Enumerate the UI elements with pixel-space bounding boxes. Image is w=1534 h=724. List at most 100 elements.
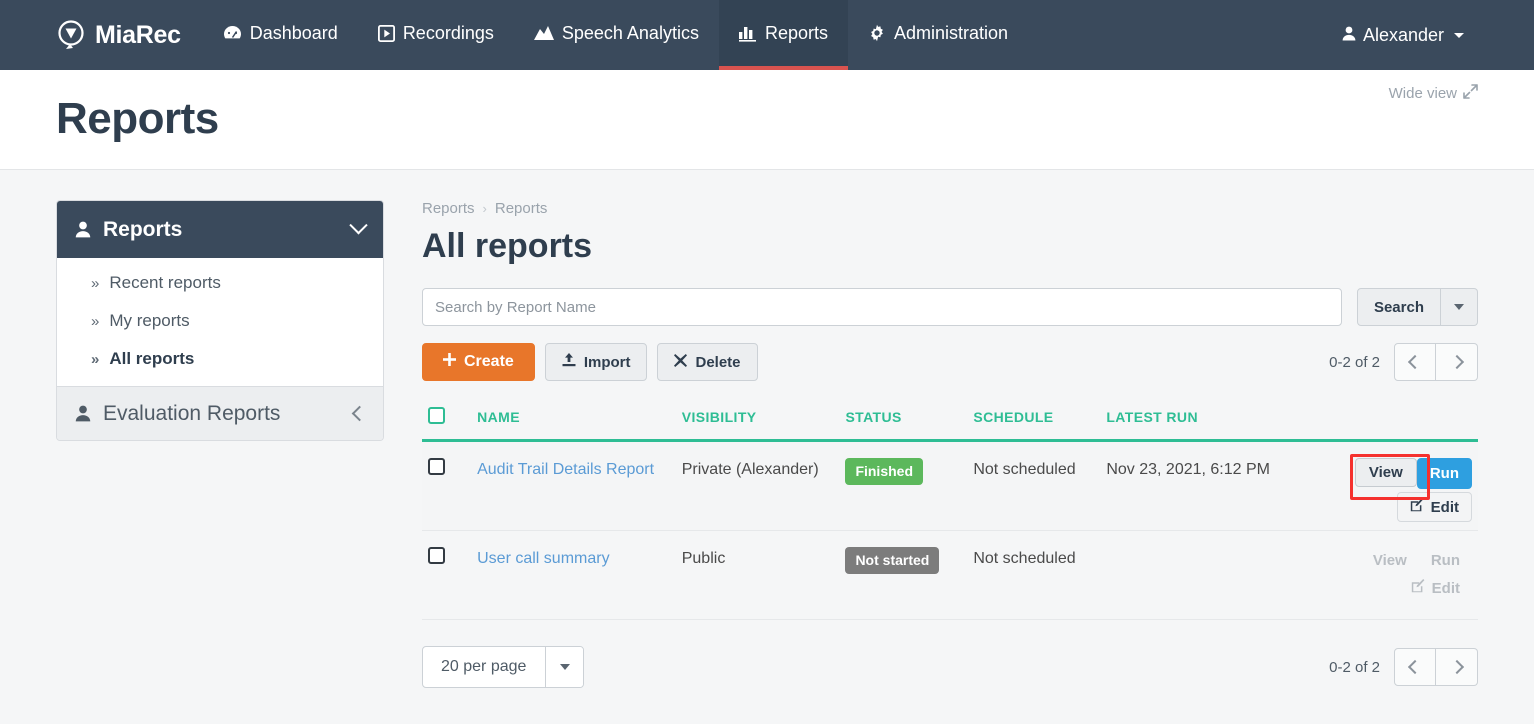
chevron-down-icon bbox=[1454, 304, 1464, 310]
double-chevron-icon: » bbox=[91, 350, 100, 368]
user-icon bbox=[1342, 25, 1356, 46]
pagination-prev-bottom[interactable] bbox=[1394, 648, 1436, 686]
sidebar-label-my-reports: My reports bbox=[109, 311, 190, 330]
pagination-count-bottom: 0-2 of 2 bbox=[1329, 658, 1380, 676]
user-icon bbox=[75, 221, 91, 238]
column-header-name[interactable]: NAME bbox=[471, 399, 676, 442]
pagination-prev-top[interactable] bbox=[1394, 343, 1436, 381]
nav-label-reports: Reports bbox=[764, 22, 828, 43]
gear-icon bbox=[868, 24, 886, 42]
sidebar-label-all-reports: All reports bbox=[109, 349, 195, 368]
row-actions-primary: View Run bbox=[1352, 458, 1472, 489]
nav-label-speech-analytics: Speech Analytics bbox=[561, 22, 699, 43]
row-select-cell bbox=[422, 440, 472, 531]
report-name-link[interactable]: Audit Trail Details Report bbox=[477, 458, 654, 483]
pagination-bottom: 0-2 of 2 bbox=[1329, 648, 1478, 686]
breadcrumb-item-reports[interactable]: Reports bbox=[422, 200, 475, 217]
edit-button-disabled: Edit bbox=[1399, 574, 1472, 602]
import-button[interactable]: Import bbox=[544, 343, 648, 381]
per-page-dropdown-button[interactable] bbox=[545, 647, 583, 687]
cell-name: User call summary bbox=[471, 530, 676, 620]
plus-icon bbox=[443, 353, 456, 371]
run-button[interactable]: Run bbox=[1416, 458, 1472, 489]
sidebar: Reports » Recent reports » My reports » … bbox=[56, 200, 384, 441]
table-header-row: NAME VISIBILITY STATUS SCHEDULE LATEST R… bbox=[422, 399, 1478, 442]
select-all-checkbox[interactable] bbox=[428, 407, 445, 424]
page-header-band: Wide view Reports bbox=[0, 70, 1534, 170]
edit-button[interactable]: Edit bbox=[1396, 492, 1472, 522]
row-select-cell bbox=[422, 530, 472, 620]
primary-nav: Dashboard Recordings Speech Analytics Re… bbox=[203, 0, 1028, 70]
row-checkbox[interactable] bbox=[428, 458, 445, 475]
play-box-icon bbox=[377, 24, 395, 42]
row-actions: View Run Edit bbox=[1349, 454, 1472, 522]
pencil-square-icon bbox=[1410, 498, 1424, 516]
brand-logo-link[interactable]: MiaRec bbox=[0, 0, 203, 70]
nav-item-recordings[interactable]: Recordings bbox=[358, 0, 514, 70]
cell-visibility: Public bbox=[675, 530, 840, 620]
pagination-next-bottom[interactable] bbox=[1436, 648, 1478, 686]
chevron-right-icon bbox=[1449, 354, 1464, 370]
close-x-icon bbox=[674, 353, 688, 371]
sidebar-item-evaluation-reports[interactable]: Evaluation Reports bbox=[57, 386, 383, 440]
visibility-value: Private (Alexander) bbox=[681, 461, 819, 478]
column-header-status[interactable]: STATUS bbox=[839, 399, 968, 442]
sidebar-item-all-reports[interactable]: » All reports bbox=[57, 340, 383, 378]
top-navbar: MiaRec Dashboard Recordings Speech Analy… bbox=[0, 0, 1534, 70]
column-header-schedule[interactable]: SCHEDULE bbox=[967, 399, 1101, 442]
cell-schedule: Not scheduled bbox=[967, 530, 1101, 620]
chevron-down-icon bbox=[1454, 32, 1464, 38]
report-name-link[interactable]: User call summary bbox=[477, 547, 609, 572]
expand-arrows-icon bbox=[1463, 84, 1478, 103]
view-button[interactable]: View bbox=[1354, 458, 1417, 487]
status-badge: Not started bbox=[845, 547, 940, 574]
delete-button-label: Delete bbox=[695, 353, 741, 371]
row-checkbox[interactable] bbox=[428, 547, 445, 564]
table-footer: 20 per page 0-2 of 2 bbox=[422, 646, 1478, 688]
pagination-next-top[interactable] bbox=[1436, 343, 1478, 381]
user-menu[interactable]: Alexander bbox=[1342, 25, 1464, 46]
column-header-latest-run[interactable]: LATEST RUN bbox=[1100, 399, 1346, 442]
page-body: Reports » Recent reports » My reports » … bbox=[0, 170, 1534, 688]
table-row[interactable]: User call summary Public Not started Not… bbox=[422, 530, 1478, 620]
cell-latest-run: Nov 23, 2021, 6:12 PM bbox=[1100, 440, 1346, 531]
search-button[interactable]: Search bbox=[1356, 288, 1441, 326]
schedule-value: Not scheduled bbox=[973, 461, 1076, 478]
nav-item-dashboard[interactable]: Dashboard bbox=[203, 0, 358, 70]
nav-item-administration[interactable]: Administration bbox=[848, 0, 1028, 70]
run-button-disabled: Run bbox=[1430, 552, 1460, 569]
nav-item-speech-analytics[interactable]: Speech Analytics bbox=[514, 0, 719, 70]
edit-disabled-label: Edit bbox=[1431, 579, 1460, 597]
sidebar-item-recent-reports[interactable]: » Recent reports bbox=[57, 264, 383, 302]
create-button[interactable]: Create bbox=[422, 343, 535, 381]
view-button-disabled: View bbox=[1372, 552, 1407, 569]
wide-view-toggle[interactable]: Wide view bbox=[1389, 84, 1478, 103]
breadcrumb-separator-icon: › bbox=[482, 201, 487, 216]
pagination-buttons-top bbox=[1394, 343, 1478, 381]
breadcrumb-item-reports-2[interactable]: Reports bbox=[495, 200, 548, 217]
cell-name: Audit Trail Details Report bbox=[471, 440, 676, 531]
row-actions-secondary: Edit bbox=[1352, 574, 1472, 602]
search-row: Search bbox=[422, 288, 1478, 326]
per-page-value[interactable]: 20 per page bbox=[423, 647, 545, 687]
cell-actions: View Run Edit bbox=[1345, 530, 1478, 620]
brand-name: MiaRec bbox=[95, 20, 181, 49]
table-row[interactable]: Audit Trail Details Report Private (Alex… bbox=[422, 440, 1478, 531]
nav-label-administration: Administration bbox=[893, 22, 1009, 43]
per-page-select[interactable]: 20 per page bbox=[422, 646, 584, 688]
column-header-visibility[interactable]: VISIBILITY bbox=[675, 399, 840, 442]
search-input[interactable] bbox=[422, 288, 1342, 326]
chart-area-icon bbox=[533, 25, 554, 41]
sidebar-item-my-reports[interactable]: » My reports bbox=[57, 302, 383, 340]
sidebar-header-reports[interactable]: Reports bbox=[57, 201, 383, 258]
select-all-header bbox=[422, 399, 472, 442]
nav-item-reports[interactable]: Reports bbox=[718, 0, 848, 70]
main-heading: All reports bbox=[422, 227, 593, 265]
sidebar-links: » Recent reports » My reports » All repo… bbox=[57, 258, 383, 386]
chevron-right-icon bbox=[1449, 659, 1464, 675]
chevron-down-icon bbox=[349, 216, 368, 235]
page-title: Reports bbox=[56, 94, 219, 143]
chevron-left-icon bbox=[1407, 354, 1423, 370]
search-options-dropdown-button[interactable] bbox=[1441, 288, 1478, 326]
delete-button[interactable]: Delete bbox=[657, 343, 758, 381]
